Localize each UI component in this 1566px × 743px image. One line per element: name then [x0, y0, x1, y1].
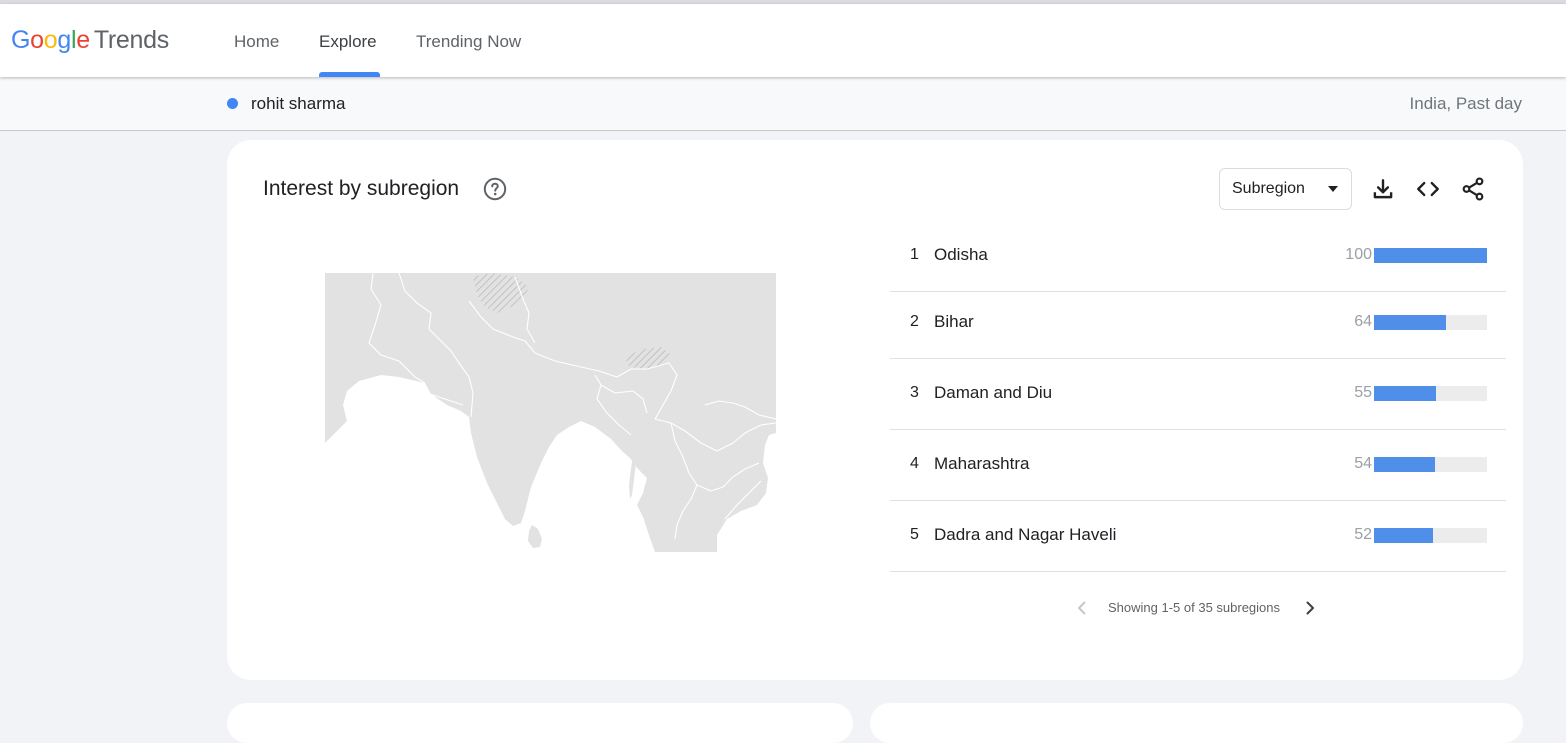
chevron-left-icon — [1078, 601, 1086, 615]
search-term[interactable]: rohit sharma — [251, 94, 345, 114]
chevron-right-icon[interactable] — [1300, 598, 1320, 618]
map-land — [325, 273, 776, 552]
term-color-dot — [227, 98, 238, 109]
next-card — [227, 703, 853, 743]
next-card — [870, 703, 1523, 743]
subregion-map[interactable] — [325, 273, 776, 552]
region-score: 54 — [1354, 455, 1372, 472]
region-score: 100 — [1345, 246, 1372, 263]
nav-home[interactable]: Home — [234, 4, 286, 77]
search-term-bar: rohit sharma India, Past day — [0, 77, 1566, 131]
caret-down-icon — [1328, 186, 1338, 192]
table-row[interactable]: 4 Maharashtra 54 — [890, 430, 1506, 501]
help-icon[interactable] — [483, 177, 507, 201]
score-bar-fill — [1374, 248, 1487, 263]
score-bar — [1374, 528, 1487, 543]
app-header: Google Trends Home Explore Trending Now — [0, 4, 1566, 77]
map-island — [629, 455, 636, 499]
table-row[interactable]: 3 Daman and Diu 55 — [890, 359, 1506, 430]
table-row[interactable]: 5 Dadra and Nagar Haveli 52 — [890, 501, 1506, 572]
pagination: Showing 1-5 of 35 subregions — [1072, 598, 1332, 620]
region-score: 52 — [1354, 526, 1372, 543]
download-icon[interactable] — [1370, 176, 1396, 202]
nav-explore[interactable]: Explore — [319, 4, 380, 77]
score-bar-fill — [1374, 457, 1436, 472]
map-island — [528, 525, 542, 548]
active-tab-indicator — [319, 72, 380, 77]
embed-icon[interactable] — [1415, 176, 1441, 202]
table-row[interactable]: 1 Odisha 100 — [890, 221, 1506, 292]
score-bar-fill — [1374, 528, 1433, 543]
region-name[interactable]: Daman and Diu — [934, 383, 1052, 403]
region-timeframe[interactable]: India, Past day — [1410, 94, 1522, 114]
score-bar — [1374, 248, 1487, 263]
score-bar-fill — [1374, 386, 1437, 401]
resolution-dropdown[interactable]: Subregion — [1219, 168, 1352, 210]
score-bar — [1374, 315, 1487, 330]
region-score: 64 — [1354, 313, 1372, 330]
table-row[interactable]: 2 Bihar 64 — [890, 288, 1506, 359]
interest-by-subregion-card: Interest by subregion Subregion 1 Odisha… — [227, 140, 1523, 680]
score-bar — [1374, 386, 1487, 401]
region-name[interactable]: Bihar — [934, 312, 974, 332]
region-name[interactable]: Odisha — [934, 245, 988, 265]
region-name[interactable]: Maharashtra — [934, 454, 1029, 474]
pagination-text: Showing 1-5 of 35 subregions — [1108, 600, 1281, 615]
score-bar — [1374, 457, 1487, 472]
region-score: 55 — [1354, 384, 1372, 401]
share-icon[interactable] — [1460, 176, 1486, 202]
nav-trending-now[interactable]: Trending Now — [416, 4, 532, 77]
google-trends-logo[interactable]: Google Trends — [11, 26, 169, 55]
card-title: Interest by subregion — [263, 177, 460, 200]
score-bar-fill — [1374, 315, 1447, 330]
region-name[interactable]: Dadra and Nagar Haveli — [934, 525, 1116, 545]
